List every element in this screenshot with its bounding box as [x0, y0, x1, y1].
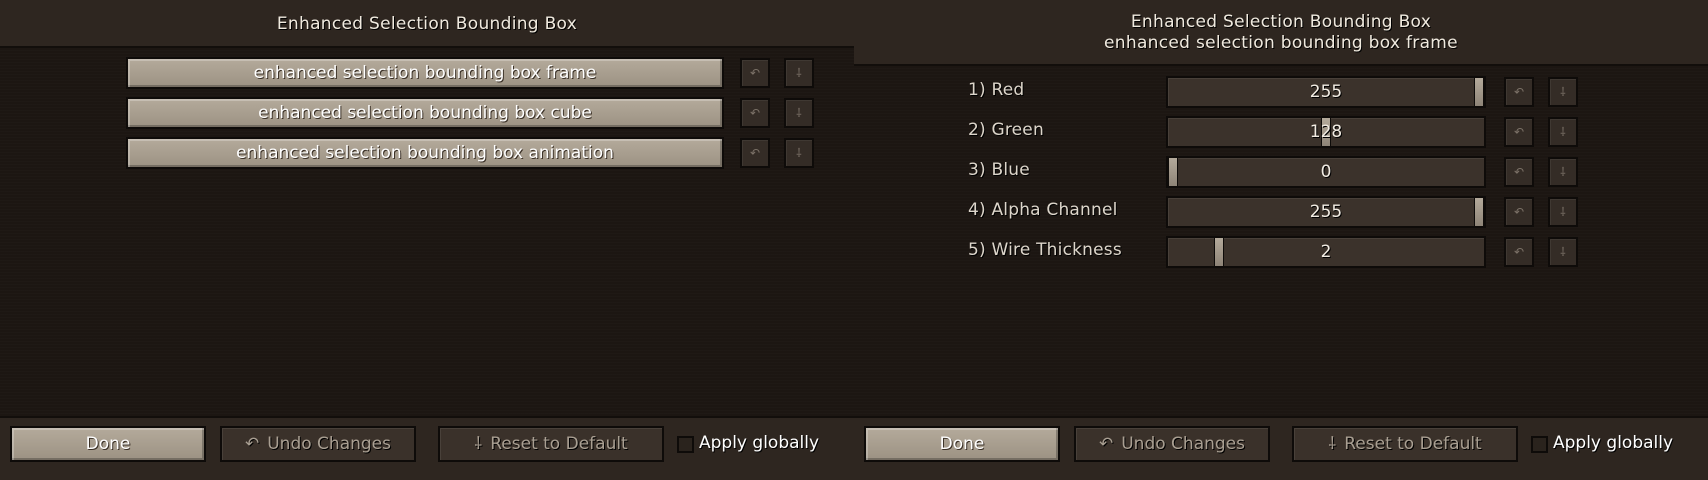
slider-knob[interactable]: [1214, 237, 1224, 267]
setting-label-red: 1) Red: [968, 80, 1025, 100]
undo-entry-button[interactable]: ↶: [740, 138, 770, 168]
header-bar: Enhanced Selection Bounding Box: [0, 0, 854, 48]
slider-value: 0: [1320, 162, 1332, 182]
category-button-animation[interactable]: enhanced selection bounding box animatio…: [126, 137, 724, 169]
reset-icon: ⸸: [1560, 245, 1566, 259]
reset-setting-button[interactable]: ⸸: [1548, 197, 1578, 227]
undo-changes-label: Undo Changes: [1121, 434, 1245, 454]
undo-entry-button[interactable]: ↶: [740, 58, 770, 88]
reset-to-default-label: Reset to Default: [490, 434, 628, 454]
slider-knob[interactable]: [1321, 117, 1331, 147]
undo-icon: ↶: [749, 66, 761, 80]
slider-knob[interactable]: [1474, 197, 1484, 227]
reset-icon: ⸸: [796, 106, 802, 120]
page-title: Enhanced Selection Bounding Box: [1130, 12, 1432, 32]
undo-changes-button[interactable]: ↶ Undo Changes: [220, 426, 416, 462]
reset-to-default-button[interactable]: ⸸ Reset to Default: [438, 426, 664, 462]
reset-to-default-label: Reset to Default: [1344, 434, 1482, 454]
config-screen-left: Enhanced Selection Bounding Box enhanced…: [0, 0, 854, 480]
alpha-slider[interactable]: 255: [1166, 196, 1486, 228]
reset-setting-button[interactable]: ⸸: [1548, 117, 1578, 147]
undo-setting-button[interactable]: ↶: [1504, 157, 1534, 187]
slider-knob[interactable]: [1168, 157, 1178, 187]
undo-icon: ↶: [749, 106, 761, 120]
slider-value: 255: [1309, 202, 1343, 222]
category-button-frame[interactable]: enhanced selection bounding box frame: [126, 57, 724, 89]
footer-bar: Done ↶ Undo Changes ⸸ Reset to Default App…: [0, 416, 854, 480]
undo-setting-button[interactable]: ↶: [1504, 237, 1534, 267]
reset-entry-button[interactable]: ⸸: [784, 58, 814, 88]
reset-icon: ⸸: [1560, 85, 1566, 99]
footer-bar: Done ↶ Undo Changes ⸸ Reset to Default App…: [854, 416, 1708, 480]
apply-globally-label: Apply globally: [699, 433, 820, 453]
reset-icon: ⸸: [1560, 165, 1566, 179]
page-title: Enhanced Selection Bounding Box: [276, 14, 578, 34]
undo-icon: ↶: [1513, 245, 1525, 259]
undo-changes-button[interactable]: ↶ Undo Changes: [1074, 426, 1270, 462]
apply-globally-checkbox[interactable]: [677, 436, 694, 453]
undo-setting-button[interactable]: ↶: [1504, 197, 1534, 227]
reset-icon: ⸸: [1328, 434, 1337, 454]
reset-to-default-button[interactable]: ⸸ Reset to Default: [1292, 426, 1518, 462]
category-button-cube[interactable]: enhanced selection bounding box cube: [126, 97, 724, 129]
page-subtitle: enhanced selection bounding box frame: [1104, 33, 1458, 53]
reset-entry-button[interactable]: ⸸: [784, 98, 814, 128]
reset-setting-button[interactable]: ⸸: [1548, 237, 1578, 267]
undo-icon: ↶: [749, 146, 761, 160]
reset-icon: ⸸: [1560, 205, 1566, 219]
undo-changes-label: Undo Changes: [267, 434, 391, 454]
undo-setting-button[interactable]: ↶: [1504, 77, 1534, 107]
reset-icon: ⸸: [796, 66, 802, 80]
undo-entry-button[interactable]: ↶: [740, 98, 770, 128]
reset-entry-button[interactable]: ⸸: [784, 138, 814, 168]
setting-label-alpha: 4) Alpha Channel: [968, 200, 1118, 220]
slider-value: 255: [1309, 82, 1343, 102]
green-slider[interactable]: 128: [1166, 116, 1486, 148]
reset-icon: ⸸: [796, 146, 802, 160]
undo-icon: ↶: [1513, 85, 1525, 99]
undo-icon: ↶: [1513, 205, 1525, 219]
undo-setting-button[interactable]: ↶: [1504, 117, 1534, 147]
red-slider[interactable]: 255: [1166, 76, 1486, 108]
config-screen-right: Enhanced Selection Bounding Box enhanced…: [854, 0, 1708, 480]
setting-label-green: 2) Green: [968, 120, 1044, 140]
reset-setting-button[interactable]: ⸸: [1548, 157, 1578, 187]
undo-icon: ↶: [244, 434, 260, 454]
setting-label-wire-thickness: 5) Wire Thickness: [968, 240, 1122, 260]
blue-slider[interactable]: 0: [1166, 156, 1486, 188]
apply-globally-checkbox[interactable]: [1531, 436, 1548, 453]
wire-thickness-slider[interactable]: 2: [1166, 236, 1486, 268]
apply-globally-label: Apply globally: [1553, 433, 1674, 453]
slider-knob[interactable]: [1474, 77, 1484, 107]
undo-icon: ↶: [1513, 125, 1525, 139]
setting-label-blue: 3) Blue: [968, 160, 1030, 180]
header-bar: Enhanced Selection Bounding Box enhanced…: [854, 0, 1708, 66]
reset-icon: ⸸: [474, 434, 483, 454]
reset-setting-button[interactable]: ⸸: [1548, 77, 1578, 107]
reset-icon: ⸸: [1560, 125, 1566, 139]
done-button[interactable]: Done: [864, 426, 1060, 462]
undo-icon: ↶: [1513, 165, 1525, 179]
undo-icon: ↶: [1098, 434, 1114, 454]
done-button[interactable]: Done: [10, 426, 206, 462]
